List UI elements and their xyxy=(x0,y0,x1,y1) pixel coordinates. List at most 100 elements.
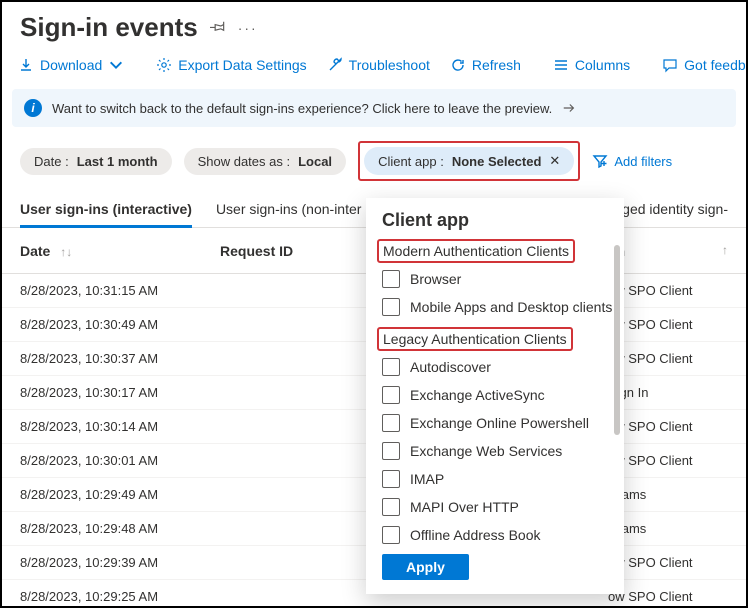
filter-date[interactable]: Date : Last 1 month xyxy=(20,148,172,175)
close-icon[interactable]: ✕ xyxy=(549,153,560,169)
cell-application: ow SPO Client xyxy=(608,419,728,434)
refresh-icon xyxy=(450,57,466,73)
troubleshoot-button[interactable]: Troubleshoot xyxy=(319,53,438,77)
feedback-icon xyxy=(662,57,678,73)
dropdown-group-legacy: Legacy Authentication Clients xyxy=(382,327,618,353)
add-filters-button[interactable]: Add filters xyxy=(592,153,672,169)
dropdown-option-label: MAPI Over HTTP xyxy=(410,499,519,515)
tab-user-signins-noninteractive[interactable]: User sign-ins (non-inter xyxy=(216,193,362,227)
checkbox[interactable] xyxy=(382,526,400,544)
cell-application: ow SPO Client xyxy=(608,555,728,570)
refresh-button[interactable]: Refresh xyxy=(442,53,529,77)
pin-icon[interactable] xyxy=(210,18,226,37)
filter-client-app-value: None Selected xyxy=(452,154,542,169)
checkbox[interactable] xyxy=(382,358,400,376)
checkbox[interactable] xyxy=(382,498,400,516)
column-header-date[interactable]: Date ↑↓ xyxy=(20,243,220,259)
dropdown-option-label: Exchange Web Services xyxy=(410,443,562,459)
download-label: Download xyxy=(40,57,102,73)
filter-show-dates-value: Local xyxy=(298,154,332,169)
cell-date: 8/28/2023, 10:29:49 AM xyxy=(20,487,220,502)
checkbox[interactable] xyxy=(382,298,400,316)
export-settings-label: Export Data Settings xyxy=(178,57,306,73)
cell-date: 8/28/2023, 10:31:15 AM xyxy=(20,283,220,298)
add-filters-label: Add filters xyxy=(614,154,672,169)
tab-user-signins-interactive[interactable]: User sign-ins (interactive) xyxy=(20,193,192,228)
dropdown-option-label: IMAP xyxy=(410,471,444,487)
checkbox[interactable] xyxy=(382,442,400,460)
dropdown-option[interactable]: Offline Address Book xyxy=(382,521,618,546)
cell-application: ow SPO Client xyxy=(608,589,728,604)
dropdown-option[interactable]: Exchange Web Services xyxy=(382,437,618,465)
cell-application: ow SPO Client xyxy=(608,351,728,366)
cell-application: ow SPO Client xyxy=(608,317,728,332)
dropdown-option[interactable]: Exchange Online Powershell xyxy=(382,409,618,437)
checkbox[interactable] xyxy=(382,386,400,404)
cell-date: 8/28/2023, 10:29:48 AM xyxy=(20,521,220,536)
scrollbar[interactable] xyxy=(614,245,620,435)
dropdown-option[interactable]: Exchange ActiveSync xyxy=(382,381,618,409)
dropdown-option[interactable]: Mobile Apps and Desktop clients xyxy=(382,293,618,321)
dropdown-option-label: Browser xyxy=(410,271,461,287)
columns-label: Columns xyxy=(575,57,630,73)
info-icon: i xyxy=(24,99,42,117)
feedback-label: Got feedback? xyxy=(684,57,748,73)
cell-date: 8/28/2023, 10:30:14 AM xyxy=(20,419,220,434)
dropdown-option-label: Exchange ActiveSync xyxy=(410,387,545,403)
more-icon[interactable]: ··· xyxy=(238,20,258,36)
dropdown-group-modern: Modern Authentication Clients xyxy=(382,239,618,265)
checkbox[interactable] xyxy=(382,470,400,488)
column-header-application[interactable]: on ↑ xyxy=(608,243,728,259)
filter-show-dates-label: Show dates as : xyxy=(198,154,291,169)
client-app-dropdown: Client app Modern Authentication Clients… xyxy=(366,198,624,594)
sort-icon[interactable]: ↑ xyxy=(722,243,728,257)
checkbox[interactable] xyxy=(382,270,400,288)
feedback-button[interactable]: Got feedback? xyxy=(654,53,748,77)
cell-date: 8/28/2023, 10:30:49 AM xyxy=(20,317,220,332)
troubleshoot-icon xyxy=(327,57,343,73)
filter-client-app[interactable]: Client app : None Selected ✕ xyxy=(364,147,574,175)
filter-date-value: Last 1 month xyxy=(77,154,158,169)
cell-application: ow SPO Client xyxy=(608,283,728,298)
cell-application: Teams xyxy=(608,521,728,536)
filter-show-dates[interactable]: Show dates as : Local xyxy=(184,148,346,175)
dropdown-title: Client app xyxy=(366,198,624,239)
cell-application: Teams xyxy=(608,487,728,502)
preview-banner-text: Want to switch back to the default sign-… xyxy=(52,101,552,116)
dropdown-option[interactable]: IMAP xyxy=(382,465,618,493)
cell-application: Sign In xyxy=(608,385,728,400)
cell-date: 8/28/2023, 10:29:39 AM xyxy=(20,555,220,570)
cell-date: 8/28/2023, 10:30:01 AM xyxy=(20,453,220,468)
dropdown-option-label: Offline Address Book xyxy=(410,527,540,543)
command-bar: Download Export Data Settings Troublesho… xyxy=(2,47,746,85)
dropdown-option-label: Exchange Online Powershell xyxy=(410,415,589,431)
cell-date: 8/28/2023, 10:30:37 AM xyxy=(20,351,220,366)
dropdown-option-label: Autodiscover xyxy=(410,359,491,375)
tab-managed-identity[interactable]: ged identity sign- xyxy=(622,193,728,227)
chevron-down-icon xyxy=(108,57,124,73)
export-settings-button[interactable]: Export Data Settings xyxy=(148,53,314,77)
add-filter-icon xyxy=(592,153,608,169)
sort-icon[interactable]: ↑↓ xyxy=(60,245,72,259)
dropdown-option[interactable]: Browser xyxy=(382,265,618,293)
gear-icon xyxy=(156,57,172,73)
checkbox[interactable] xyxy=(382,414,400,432)
download-icon xyxy=(18,57,34,73)
refresh-label: Refresh xyxy=(472,57,521,73)
filter-bar: Date : Last 1 month Show dates as : Loca… xyxy=(2,131,746,193)
preview-banner[interactable]: i Want to switch back to the default sig… xyxy=(12,89,736,127)
cell-date: 8/28/2023, 10:30:17 AM xyxy=(20,385,220,400)
apply-button[interactable]: Apply xyxy=(382,554,469,580)
dropdown-option-label: Mobile Apps and Desktop clients xyxy=(410,299,612,315)
columns-button[interactable]: Columns xyxy=(545,53,638,77)
filter-client-app-label: Client app : xyxy=(378,154,444,169)
page-title: Sign-in events xyxy=(20,12,198,43)
dropdown-option[interactable]: Autodiscover xyxy=(382,353,618,381)
cell-date: 8/28/2023, 10:29:25 AM xyxy=(20,589,220,604)
arrow-right-icon xyxy=(562,101,576,115)
dropdown-option[interactable]: MAPI Over HTTP xyxy=(382,493,618,521)
download-button[interactable]: Download xyxy=(10,53,132,77)
column-header-date-label: Date xyxy=(20,243,50,259)
columns-icon xyxy=(553,57,569,73)
troubleshoot-label: Troubleshoot xyxy=(349,57,430,73)
